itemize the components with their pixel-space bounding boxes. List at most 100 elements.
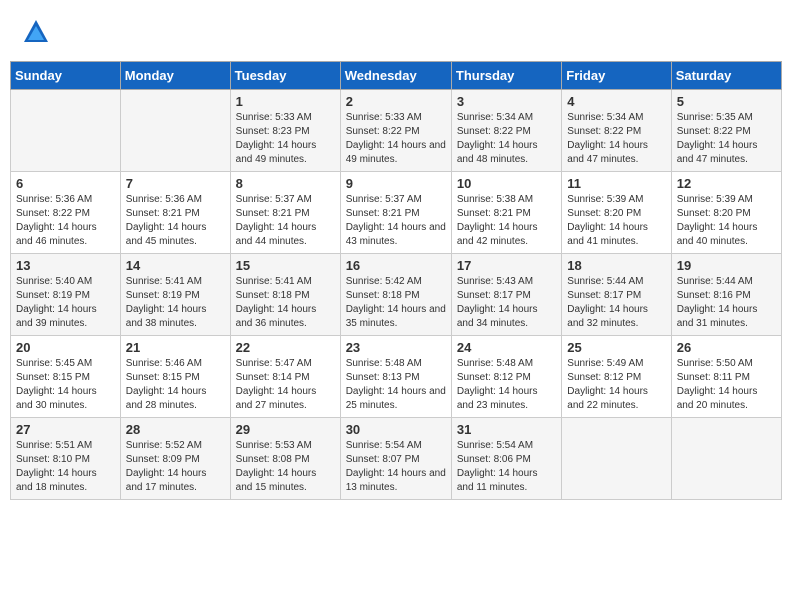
day-number: 7	[126, 176, 225, 191]
calendar-cell: 29 Sunrise: 5:53 AM Sunset: 8:08 PM Dayli…	[230, 418, 340, 500]
day-number: 3	[457, 94, 556, 109]
day-number: 8	[236, 176, 335, 191]
calendar-cell	[120, 90, 230, 172]
day-number: 12	[677, 176, 776, 191]
calendar-cell: 8 Sunrise: 5:37 AM Sunset: 8:21 PM Daylig…	[230, 172, 340, 254]
day-detail: Sunrise: 5:39 AM Sunset: 8:20 PM Dayligh…	[677, 193, 776, 249]
calendar-cell: 15 Sunrise: 5:41 AM Sunset: 8:18 PM Dayli…	[230, 254, 340, 336]
day-number: 31	[457, 422, 556, 437]
day-detail: Sunrise: 5:44 AM Sunset: 8:16 PM Dayligh…	[677, 275, 776, 331]
day-number: 17	[457, 258, 556, 273]
calendar-week-row: 1 Sunrise: 5:33 AM Sunset: 8:23 PM Daylig…	[11, 90, 782, 172]
calendar-cell: 27Sunrise: 5:51 AM Sunset: 8:10 PM Dayli…	[11, 418, 121, 500]
calendar-cell: 30 Sunrise: 5:54 AM Sunset: 8:07 PM Dayli…	[340, 418, 451, 500]
day-detail: Sunrise: 5:53 AM Sunset: 8:08 PM Dayligh…	[236, 439, 335, 495]
calendar-body: 1 Sunrise: 5:33 AM Sunset: 8:23 PM Daylig…	[11, 90, 782, 500]
day-detail: Sunrise: 5:48 AM Sunset: 8:12 PM Dayligh…	[457, 357, 556, 413]
day-detail: Sunrise: 5:34 AM Sunset: 8:22 PM Dayligh…	[567, 111, 665, 167]
day-number: 13	[16, 258, 115, 273]
day-detail: Sunrise: 5:34 AM Sunset: 8:22 PM Dayligh…	[457, 111, 556, 167]
day-number: 19	[677, 258, 776, 273]
day-detail: Sunrise: 5:46 AM Sunset: 8:15 PM Dayligh…	[126, 357, 225, 413]
page-header	[10, 10, 782, 55]
day-number: 10	[457, 176, 556, 191]
calendar-cell: 14 Sunrise: 5:41 AM Sunset: 8:19 PM Dayli…	[120, 254, 230, 336]
logo	[20, 18, 50, 51]
day-header-saturday: Saturday	[671, 62, 781, 90]
calendar-cell: 17 Sunrise: 5:43 AM Sunset: 8:17 PM Dayli…	[451, 254, 561, 336]
day-detail: Sunrise: 5:52 AM Sunset: 8:09 PM Dayligh…	[126, 439, 225, 495]
day-detail: Sunrise: 5:36 AM Sunset: 8:22 PM Dayligh…	[16, 193, 115, 249]
day-detail: Sunrise: 5:40 AM Sunset: 8:19 PM Dayligh…	[16, 275, 115, 331]
day-number: 30	[346, 422, 446, 437]
calendar-cell: 22Sunrise: 5:47 AM Sunset: 8:14 PM Dayli…	[230, 336, 340, 418]
day-number: 15	[236, 258, 335, 273]
day-detail: Sunrise: 5:39 AM Sunset: 8:20 PM Dayligh…	[567, 193, 665, 249]
calendar-cell: 21 Sunrise: 5:46 AM Sunset: 8:15 PM Dayli…	[120, 336, 230, 418]
day-detail: Sunrise: 5:45 AM Sunset: 8:15 PM Dayligh…	[16, 357, 115, 413]
day-header-friday: Friday	[562, 62, 671, 90]
day-number: 26	[677, 340, 776, 355]
calendar-cell: 2 Sunrise: 5:33 AM Sunset: 8:22 PM Daylig…	[340, 90, 451, 172]
day-detail: Sunrise: 5:54 AM Sunset: 8:07 PM Dayligh…	[346, 439, 446, 495]
logo-icon	[22, 18, 50, 46]
calendar-cell: 25Sunrise: 5:49 AM Sunset: 8:12 PM Dayli…	[562, 336, 671, 418]
calendar-cell: 16Sunrise: 5:42 AM Sunset: 8:18 PM Dayli…	[340, 254, 451, 336]
day-number: 16	[346, 258, 446, 273]
day-detail: Sunrise: 5:37 AM Sunset: 8:21 PM Dayligh…	[346, 193, 446, 249]
day-number: 21	[126, 340, 225, 355]
calendar-cell: 11 Sunrise: 5:39 AM Sunset: 8:20 PM Dayli…	[562, 172, 671, 254]
day-number: 4	[567, 94, 665, 109]
calendar-cell: 9Sunrise: 5:37 AM Sunset: 8:21 PM Daylig…	[340, 172, 451, 254]
day-detail: Sunrise: 5:43 AM Sunset: 8:17 PM Dayligh…	[457, 275, 556, 331]
calendar-cell: 19 Sunrise: 5:44 AM Sunset: 8:16 PM Dayli…	[671, 254, 781, 336]
calendar-cell: 3 Sunrise: 5:34 AM Sunset: 8:22 PM Daylig…	[451, 90, 561, 172]
calendar-cell: 1 Sunrise: 5:33 AM Sunset: 8:23 PM Daylig…	[230, 90, 340, 172]
day-number: 25	[567, 340, 665, 355]
calendar-cell: 26 Sunrise: 5:50 AM Sunset: 8:11 PM Dayli…	[671, 336, 781, 418]
calendar-cell: 10 Sunrise: 5:38 AM Sunset: 8:21 PM Dayli…	[451, 172, 561, 254]
day-detail: Sunrise: 5:33 AM Sunset: 8:22 PM Dayligh…	[346, 111, 446, 167]
day-header-thursday: Thursday	[451, 62, 561, 90]
day-detail: Sunrise: 5:37 AM Sunset: 8:21 PM Dayligh…	[236, 193, 335, 249]
day-detail: Sunrise: 5:51 AM Sunset: 8:10 PM Dayligh…	[16, 439, 115, 495]
day-number: 29	[236, 422, 335, 437]
day-number: 5	[677, 94, 776, 109]
day-detail: Sunrise: 5:36 AM Sunset: 8:21 PM Dayligh…	[126, 193, 225, 249]
day-detail: Sunrise: 5:38 AM Sunset: 8:21 PM Dayligh…	[457, 193, 556, 249]
calendar-cell: 18 Sunrise: 5:44 AM Sunset: 8:17 PM Dayli…	[562, 254, 671, 336]
calendar-table: SundayMondayTuesdayWednesdayThursdayFrid…	[10, 61, 782, 500]
day-detail: Sunrise: 5:44 AM Sunset: 8:17 PM Dayligh…	[567, 275, 665, 331]
calendar-week-row: 13 Sunrise: 5:40 AM Sunset: 8:19 PM Dayli…	[11, 254, 782, 336]
day-detail: Sunrise: 5:50 AM Sunset: 8:11 PM Dayligh…	[677, 357, 776, 413]
day-number: 18	[567, 258, 665, 273]
calendar-week-row: 6Sunrise: 5:36 AM Sunset: 8:22 PM Daylig…	[11, 172, 782, 254]
day-header-sunday: Sunday	[11, 62, 121, 90]
calendar-cell: 31Sunrise: 5:54 AM Sunset: 8:06 PM Dayli…	[451, 418, 561, 500]
calendar-header-row: SundayMondayTuesdayWednesdayThursdayFrid…	[11, 62, 782, 90]
day-header-monday: Monday	[120, 62, 230, 90]
day-detail: Sunrise: 5:41 AM Sunset: 8:19 PM Dayligh…	[126, 275, 225, 331]
day-number: 11	[567, 176, 665, 191]
calendar-cell	[11, 90, 121, 172]
day-number: 23	[346, 340, 446, 355]
day-detail: Sunrise: 5:35 AM Sunset: 8:22 PM Dayligh…	[677, 111, 776, 167]
day-header-tuesday: Tuesday	[230, 62, 340, 90]
day-number: 1	[236, 94, 335, 109]
day-number: 28	[126, 422, 225, 437]
day-number: 20	[16, 340, 115, 355]
calendar-cell	[562, 418, 671, 500]
calendar-cell: 4 Sunrise: 5:34 AM Sunset: 8:22 PM Daylig…	[562, 90, 671, 172]
day-detail: Sunrise: 5:47 AM Sunset: 8:14 PM Dayligh…	[236, 357, 335, 413]
calendar-week-row: 27Sunrise: 5:51 AM Sunset: 8:10 PM Dayli…	[11, 418, 782, 500]
day-detail: Sunrise: 5:41 AM Sunset: 8:18 PM Dayligh…	[236, 275, 335, 331]
day-detail: Sunrise: 5:33 AM Sunset: 8:23 PM Dayligh…	[236, 111, 335, 167]
day-number: 24	[457, 340, 556, 355]
calendar-cell: 12 Sunrise: 5:39 AM Sunset: 8:20 PM Dayli…	[671, 172, 781, 254]
calendar-cell: 28 Sunrise: 5:52 AM Sunset: 8:09 PM Dayli…	[120, 418, 230, 500]
calendar-cell: 7 Sunrise: 5:36 AM Sunset: 8:21 PM Daylig…	[120, 172, 230, 254]
day-number: 14	[126, 258, 225, 273]
day-detail: Sunrise: 5:48 AM Sunset: 8:13 PM Dayligh…	[346, 357, 446, 413]
day-number: 2	[346, 94, 446, 109]
calendar-cell: 6Sunrise: 5:36 AM Sunset: 8:22 PM Daylig…	[11, 172, 121, 254]
